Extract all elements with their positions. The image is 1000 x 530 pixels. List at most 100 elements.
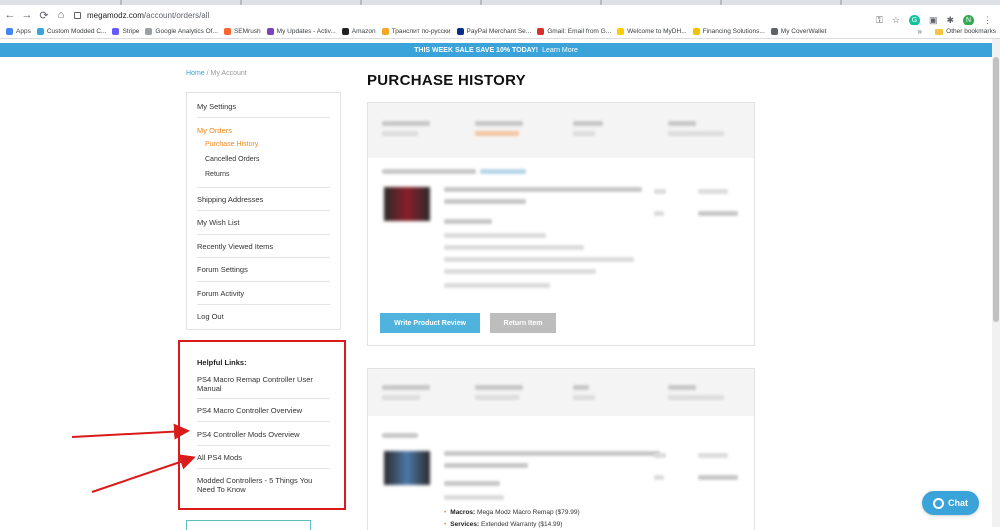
bookmark-label: Gmail: Email from G... <box>547 28 612 35</box>
other-bookmarks-label: Other bookmarks <box>946 28 996 35</box>
promo-learn-more-link[interactable]: Learn More <box>542 47 578 54</box>
bookmark-favicon-icon <box>692 28 700 35</box>
bookmark-favicon-icon <box>381 28 389 35</box>
scrollbar-thumb[interactable] <box>993 57 999 322</box>
bookmark-label: Транслит по-русски <box>391 28 451 35</box>
bookmark-item[interactable]: Транслит по-русски <box>381 28 451 35</box>
order-card: Write Product Review Return Item <box>367 102 755 346</box>
sidebar-next-panel <box>186 520 311 530</box>
bookmark-item[interactable]: My Updates - Activ... <box>266 28 336 35</box>
bookmark-label: My Updates - Activ... <box>276 28 336 35</box>
order-card-header <box>368 369 754 416</box>
helpful-link-five-things[interactable]: Modded Controllers - 5 Things You Need T… <box>197 476 330 494</box>
divider <box>197 468 330 469</box>
grammarly-icon[interactable]: G <box>908 14 920 26</box>
sidebar-item-returns[interactable]: Returns <box>205 171 230 178</box>
star-icon[interactable]: ☆ <box>892 15 900 26</box>
chat-label: Chat <box>948 498 968 508</box>
bookmark-label: Custom Modded C... <box>46 28 107 35</box>
bookmark-item[interactable]: Apps <box>6 28 31 35</box>
divider <box>197 117 330 118</box>
sidebar-item-cancelled-orders[interactable]: Cancelled Orders <box>205 156 259 163</box>
sidebar-item-settings[interactable]: My Settings <box>197 102 330 111</box>
menu-icon[interactable]: ⋮ <box>983 15 992 26</box>
chat-button[interactable]: Chat <box>922 491 979 515</box>
bookmark-item[interactable]: Google Analytics Of... <box>145 28 218 35</box>
bookmark-item[interactable]: Financing Solutions... <box>692 28 765 35</box>
bookmark-favicon-icon <box>456 28 464 35</box>
bookmark-favicon-icon <box>36 28 44 35</box>
forward-icon[interactable]: → <box>20 7 34 23</box>
home-icon[interactable]: ⌂ <box>54 7 68 23</box>
sidebar-item-logout[interactable]: Log Out <box>197 312 330 321</box>
lock-icon <box>74 11 81 19</box>
bookmark-label: Google Analytics Of... <box>155 28 218 35</box>
divider <box>197 398 330 399</box>
bookmark-label: My CoverWallet <box>780 28 827 35</box>
bookmark-item[interactable]: PayPal Merchant Se... <box>456 28 531 35</box>
bookmark-item[interactable]: My CoverWallet <box>770 28 827 35</box>
divider <box>197 234 330 235</box>
promo-text: THIS WEEK SALE SAVE 10% TODAY! <box>414 46 539 54</box>
divider <box>197 187 330 188</box>
divider <box>197 281 330 282</box>
extensions-icon[interactable]: ✱ <box>946 15 954 26</box>
bookmark-item[interactable]: Amazon <box>341 28 376 35</box>
helpful-link-controller-mods-overview[interactable]: PS4 Controller Mods Overview <box>197 430 330 439</box>
other-bookmarks-folder[interactable]: Other bookmarks <box>935 28 996 35</box>
product-thumbnail[interactable] <box>384 187 430 221</box>
order-card: • Macros: Mega Modz Macro Remap ($79.99) … <box>367 368 755 530</box>
bookmark-favicon-icon <box>266 28 274 35</box>
helpful-links-title: Helpful Links: <box>197 358 247 367</box>
sidebar-item-shipping[interactable]: Shipping Addresses <box>197 195 330 204</box>
extension-m-icon[interactable]: ▣ <box>929 15 938 26</box>
sidebar-item-wishlist[interactable]: My Wish List <box>197 218 330 227</box>
url-path: /account/orders/all <box>143 10 210 20</box>
page-title: PURCHASE HISTORY <box>367 72 526 89</box>
write-product-review-button[interactable]: Write Product Review <box>380 313 480 333</box>
helpful-link-user-manual[interactable]: PS4 Macro Remap Controller User Manual <box>197 375 330 393</box>
sidebar-item-forum-activity[interactable]: Forum Activity <box>197 289 330 298</box>
bookmark-favicon-icon <box>145 28 153 35</box>
folder-icon <box>935 28 944 35</box>
helpful-link-macro-overview[interactable]: PS4 Macro Controller Overview <box>197 406 330 415</box>
bookmark-label: Welcome to MyDH... <box>627 28 687 35</box>
bookmark-item[interactable]: Stripe <box>112 28 139 35</box>
bookmark-label: Amazon <box>351 28 376 35</box>
bookmark-label: Apps <box>16 28 31 35</box>
sidebar-item-purchase-history[interactable]: Purchase History <box>205 141 258 148</box>
bookmark-label: Stripe <box>122 28 140 35</box>
divider <box>197 445 330 446</box>
sidebar-item-forum-settings[interactable]: Forum Settings <box>197 265 330 274</box>
bookmark-favicon-icon <box>617 28 625 35</box>
reload-icon[interactable]: ⟳ <box>37 7 51 23</box>
promo-banner: THIS WEEK SALE SAVE 10% TODAY! Learn Mor… <box>0 43 992 57</box>
bookmarks-overflow-icon[interactable]: » <box>918 27 922 36</box>
url-host: megamodz.com <box>87 10 144 20</box>
bookmark-item[interactable]: Gmail: Email from G... <box>537 28 611 35</box>
breadcrumb-home[interactable]: Home <box>186 70 205 77</box>
bookmark-item[interactable]: SEMrush <box>223 28 261 35</box>
annotation-arrow <box>91 454 196 493</box>
breadcrumb: Home / My Account <box>186 70 247 77</box>
bookmark-item[interactable]: Welcome to MyDH... <box>617 28 687 35</box>
return-item-button[interactable]: Return Item <box>490 313 556 333</box>
url-field[interactable]: megamodz.com /account/orders/all <box>74 11 209 20</box>
order-option-line: • Macros: Mega Modz Macro Remap ($79.99) <box>444 509 580 516</box>
avatar[interactable]: N <box>963 14 974 26</box>
back-icon[interactable]: ← <box>3 7 17 23</box>
address-bar-row: ← → ⟳ ⌂ megamodz.com /account/orders/all… <box>0 5 1000 26</box>
bookmark-favicon-icon <box>112 28 120 35</box>
bookmark-favicon-icon <box>770 28 778 35</box>
key-icon[interactable]: ⚿ <box>876 15 883 26</box>
divider <box>197 304 330 305</box>
sidebar-item-orders[interactable]: My Orders <box>197 126 330 135</box>
bookmark-label: Financing Solutions... <box>702 28 765 35</box>
option-value: Mega Modz Macro Remap ($79.99) <box>477 509 580 516</box>
bookmark-label: SEMrush <box>233 28 261 35</box>
helpful-link-all-ps4-mods[interactable]: All PS4 Mods <box>197 453 330 462</box>
sidebar-item-recently-viewed[interactable]: Recently Viewed Items <box>197 242 330 251</box>
bookmark-item[interactable]: Custom Modded C... <box>36 28 107 35</box>
product-thumbnail[interactable] <box>384 451 430 485</box>
divider <box>197 421 330 422</box>
